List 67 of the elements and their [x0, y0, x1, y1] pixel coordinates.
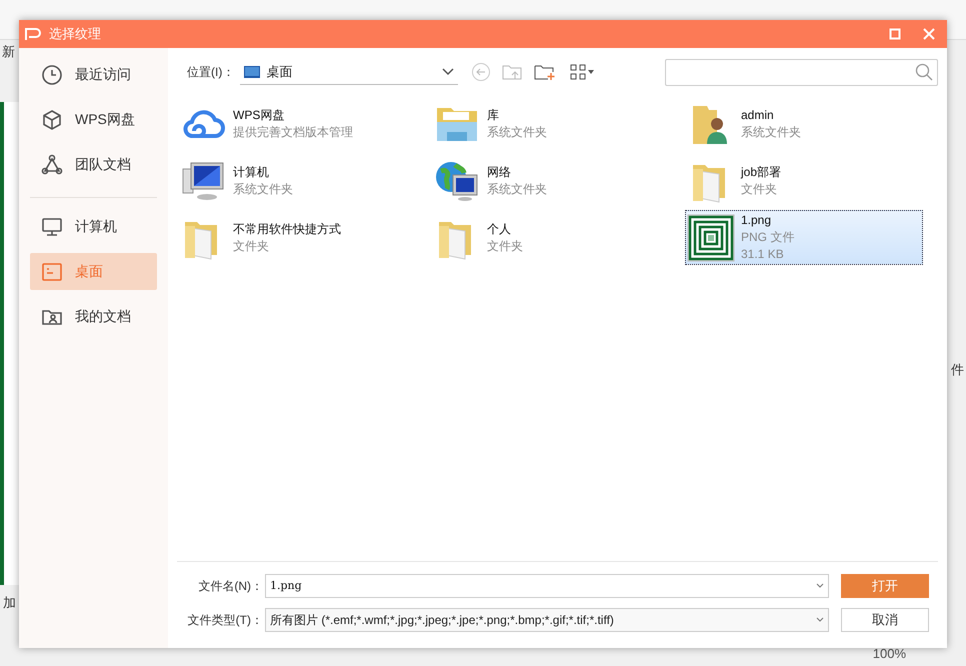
close-icon: [923, 28, 935, 40]
sidebar-item[interactable]: 我的文档: [30, 298, 157, 335]
search-field[interactable]: [665, 58, 938, 86]
file-name: 不常用软件快捷方式: [233, 220, 341, 238]
toolbar-label: 新: [1, 43, 16, 61]
file-item[interactable]: WPS网盘 提供完善文档版本管理: [177, 96, 415, 151]
file-detail: PNG 文件: [741, 229, 794, 246]
cube-icon: [40, 108, 64, 132]
sidebar-item[interactable]: 计算机: [30, 208, 157, 245]
file-type-dropdown[interactable]: 所有图片 (*.emf;*.wmf;*.jpg;*.jpeg;*.jpe;*.png;*.bmp;*.gif;*.tif;*.tiff): [265, 608, 829, 632]
folder-up-icon: [502, 63, 522, 81]
chevron-down-icon: [816, 583, 824, 589]
file-name-field[interactable]: 1.png: [265, 574, 829, 598]
caret-icon: [588, 70, 594, 74]
chevron-down-icon: [816, 617, 824, 623]
desktop-small-icon: [244, 66, 260, 78]
file-item[interactable]: 计算机 系统文件夹: [177, 153, 415, 208]
clock-icon: [40, 62, 64, 86]
chevron-down-icon: [442, 68, 454, 76]
back-arrow-icon: [476, 67, 486, 77]
grid-view-icon: [570, 64, 586, 80]
file-detail: 提供完善文档版本管理: [233, 124, 353, 140]
file-name: admin: [741, 106, 775, 124]
up-folder-button[interactable]: [502, 63, 522, 81]
file-item[interactable]: admin 系统文件夹: [685, 96, 923, 151]
zoom-level[interactable]: 100%: [872, 644, 906, 664]
file-detail: 系统文件夹: [487, 180, 547, 198]
location-label: 位置(I)：: [187, 64, 234, 81]
file-item[interactable]: 不常用软件快捷方式 文件夹: [177, 210, 415, 265]
image-thumbnail-icon: [687, 214, 735, 262]
location-dropdown[interactable]: 桌面: [240, 59, 458, 85]
file-item[interactable]: 网络 系统文件夹: [431, 153, 669, 208]
file-detail: 文件夹: [487, 238, 523, 254]
file-detail: 系统文件夹: [487, 124, 547, 140]
file-detail: 31.1 KB: [741, 246, 785, 263]
file-item[interactable]: 库 系统文件夹: [431, 96, 669, 151]
view-mode-button[interactable]: [570, 64, 594, 80]
file-type-label: 文件类型(T)：: [186, 612, 263, 629]
file-name: WPS网盘: [233, 106, 286, 124]
team-icon: [40, 152, 64, 176]
new-folder-icon: [534, 63, 556, 81]
file-item[interactable]: 个人 文件夹: [431, 210, 669, 265]
file-item[interactable]: 1.png PNG 文件 31.1 KB: [685, 210, 923, 265]
sidebar-item[interactable]: 团队文档: [30, 146, 157, 183]
maximize-icon: [889, 28, 901, 40]
app-logo-icon: [25, 27, 43, 41]
file-detail: 系统文件夹: [741, 124, 801, 140]
side-label: 件: [951, 361, 965, 379]
file-name: 库: [487, 106, 500, 124]
back-button[interactable]: [472, 63, 490, 81]
side-label: 加: [2, 594, 17, 612]
file-name: job部署: [741, 164, 782, 180]
search-icon: [915, 63, 933, 81]
new-folder-button[interactable]: [534, 63, 556, 81]
file-detail: 文件夹: [233, 238, 270, 254]
file-name: 1.png: [741, 212, 772, 229]
file-name-label: 文件名(N)：: [197, 578, 263, 595]
file-name: 计算机: [233, 164, 270, 180]
file-detail: 文件夹: [741, 180, 778, 198]
file-name: 个人: [487, 220, 512, 238]
file-name: 网络: [487, 164, 512, 180]
cancel-button[interactable]: 取消: [841, 608, 929, 632]
dialog-title: 选择纹理: [49, 25, 101, 44]
sidebar-item[interactable]: WPS网盘: [30, 101, 157, 138]
file-detail: 系统文件夹: [233, 180, 293, 198]
sidebar-item[interactable]: 最近访问: [30, 56, 157, 93]
file-item[interactable]: job部署 文件夹: [685, 153, 923, 208]
